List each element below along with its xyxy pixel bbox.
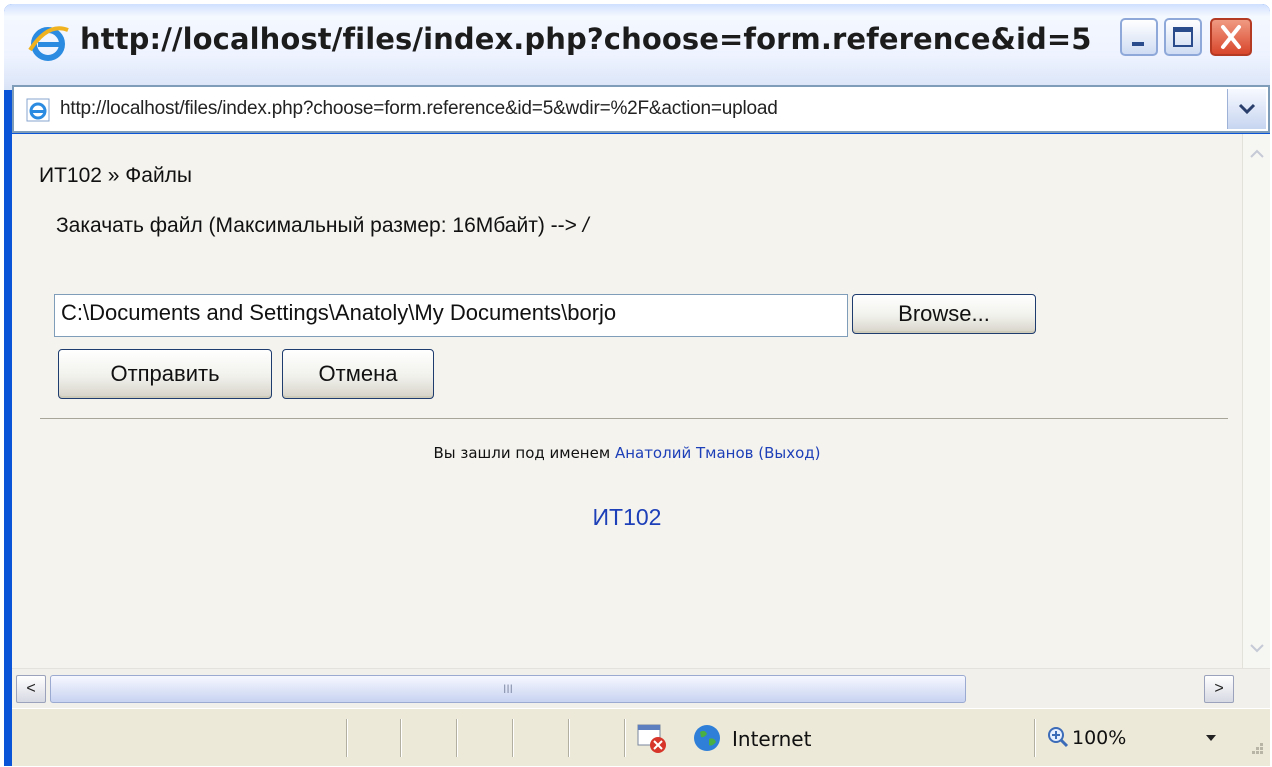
status-separator [1034,719,1036,757]
submit-button[interactable]: Отправить [58,349,272,399]
page-content: ИТ102 » Файлы Закачать файл (Максимальны… [12,134,1242,668]
minimize-button[interactable] [1120,18,1158,56]
scroll-left-button[interactable]: < [16,675,46,703]
chevron-down-icon [1238,103,1256,115]
address-bar[interactable]: http://localhost/files/index.php?choose=… [12,85,1270,133]
zoom-icon[interactable] [1046,725,1070,749]
vertical-scrollbar[interactable] [1242,134,1270,668]
scroll-thumb[interactable]: III [50,675,966,703]
breadcrumb: ИТ102 » Файлы [39,164,193,187]
minimize-icon [1132,42,1144,46]
address-url[interactable]: http://localhost/files/index.php?choose=… [60,98,778,120]
divider [40,418,1228,419]
chevron-up-icon [1250,149,1264,158]
status-separator [512,719,514,757]
status-bar: Internet 100% [12,708,1270,766]
upload-label: Закачать файл (Максимальный размер: 16Мб… [56,214,589,238]
chevron-down-icon [1250,644,1264,653]
user-name-link[interactable]: Анатолий Тманов [615,444,754,462]
globe-icon [694,725,720,751]
close-button[interactable] [1210,18,1252,56]
maximize-button[interactable] [1164,18,1202,56]
maximize-icon [1173,27,1193,47]
upload-dir: / [582,214,589,237]
status-separator [624,719,626,757]
address-dropdown-button[interactable] [1227,89,1266,129]
title-bar[interactable]: http://localhost/files/index.php?choose=… [4,4,1270,90]
browser-window: http://localhost/files/index.php?choose=… [4,4,1270,766]
resize-grip-icon[interactable] [1244,739,1266,761]
course-link[interactable]: ИТ102 [12,504,1242,531]
zoom-dropdown-icon[interactable] [1206,735,1216,741]
status-separator [568,719,570,757]
browse-button[interactable]: Browse... [852,294,1036,334]
window-title: http://localhost/files/index.php?choose=… [80,22,1090,56]
security-zone-label[interactable]: Internet [732,727,811,751]
file-path-input[interactable]: C:\Documents and Settings\Anatoly\My Doc… [54,294,848,337]
status-separator [346,719,348,757]
horizontal-scrollbar[interactable]: < III > [12,668,1270,709]
popup-blocked-icon[interactable] [636,723,668,755]
ie-logo-icon [28,26,69,61]
scroll-down-button[interactable] [1245,634,1269,662]
status-separator [400,719,402,757]
logout-link[interactable]: (Выход) [758,444,820,462]
upload-label-text: Закачать файл (Максимальный размер: 16Мб… [56,214,577,237]
cancel-button[interactable]: Отмена [282,349,434,399]
status-separator [456,719,458,757]
login-prefix: Вы зашли под именем [433,444,611,462]
close-icon [1221,25,1241,49]
ie-page-icon [26,98,50,122]
zoom-level[interactable]: 100% [1072,727,1126,749]
login-info: Вы зашли под именем Анатолий Тманов (Вых… [12,444,1242,462]
scroll-up-button[interactable] [1245,140,1269,168]
scroll-right-button[interactable]: > [1204,675,1234,703]
